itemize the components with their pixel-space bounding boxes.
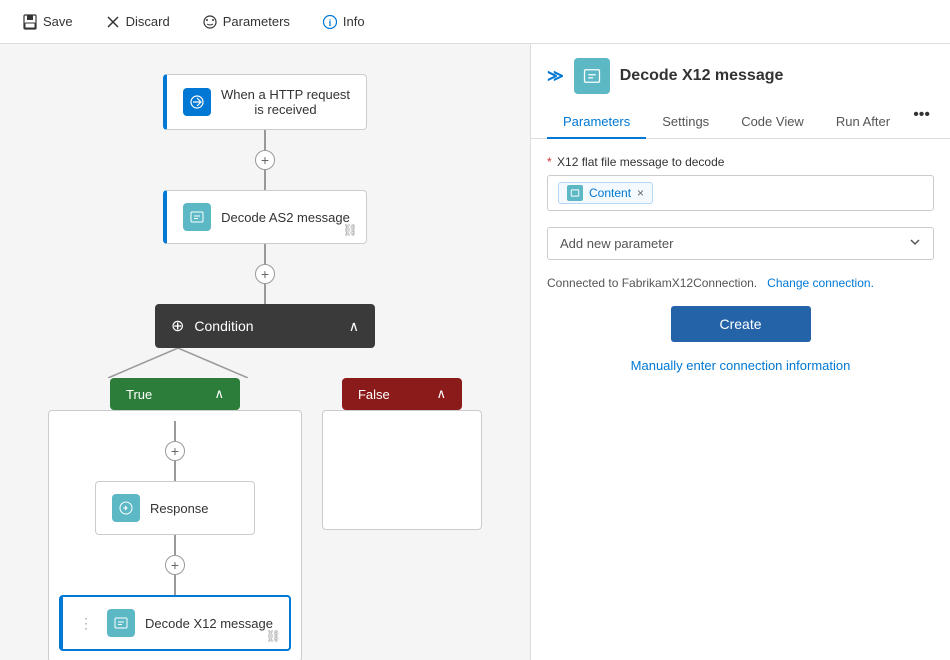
required-star: * [547, 155, 552, 169]
response-node[interactable]: Response [95, 481, 255, 535]
decode-as2-link-icon: ⛓ [343, 223, 358, 237]
line-t1 [174, 421, 176, 441]
svg-text:i: i [329, 18, 332, 28]
x12-field-group: * X12 flat file message to decode Conten… [547, 155, 934, 211]
info-icon: i [322, 14, 338, 30]
parameters-label: Parameters [223, 14, 290, 29]
connector-2: + [255, 244, 275, 304]
connector-true-1: + [165, 421, 185, 481]
info-button[interactable]: i Info [316, 10, 371, 34]
true-collapse-icon: ∧ [214, 386, 224, 402]
parameters-button[interactable]: Parameters [196, 10, 296, 34]
decode-as2-label: Decode AS2 message [221, 210, 350, 225]
line-3 [264, 244, 266, 264]
save-label: Save [43, 14, 73, 29]
true-label: True [126, 387, 152, 402]
branch-container: True ∧ + [48, 348, 482, 660]
true-branch: True ∧ + [48, 378, 302, 660]
add-step-1[interactable]: + [255, 150, 275, 170]
token-label: Content [589, 186, 631, 200]
http-label-line1: When a HTTP request [221, 87, 350, 102]
token-close-button[interactable]: × [637, 186, 644, 200]
save-icon [22, 14, 38, 30]
add-true-2[interactable]: + [165, 555, 185, 575]
http-trigger-node[interactable]: When a HTTP request is received [163, 74, 367, 130]
x12-field-label: * X12 flat file message to decode [547, 155, 934, 169]
create-button[interactable]: Create [671, 306, 811, 342]
add-true-1[interactable]: + [165, 441, 185, 461]
manual-connection-link[interactable]: Manually enter connection information [547, 358, 934, 373]
add-parameter-group: Add new parameter [547, 227, 934, 260]
toolbar: Save Discard Parameters i I [0, 0, 950, 44]
line-1 [264, 130, 266, 150]
add-step-2[interactable]: + [255, 264, 275, 284]
connector-1: + [255, 130, 275, 190]
discard-label: Discard [126, 14, 170, 29]
dropdown-chevron-icon [909, 236, 921, 251]
true-branch-header[interactable]: True ∧ [110, 378, 240, 410]
response-icon [112, 494, 140, 522]
panel-tabs: Parameters Settings Code View Run After … [531, 94, 950, 139]
save-button[interactable]: Save [16, 10, 79, 34]
flow-canvas[interactable]: When a HTTP request is received + [0, 44, 530, 660]
tab-run-after[interactable]: Run After [820, 106, 906, 139]
add-parameter-dropdown[interactable]: Add new parameter [547, 227, 934, 260]
decode-x12-icon [107, 609, 135, 637]
connection-info: Connected to FabrikamX12Connection. Chan… [547, 276, 934, 290]
line-2 [264, 170, 266, 190]
condition-collapse-icon[interactable]: ∧ [349, 318, 359, 335]
more-options-button[interactable]: ••• [909, 106, 934, 138]
true-branch-body: + Respon [48, 410, 302, 660]
false-branch: False ∧ [322, 378, 482, 530]
change-connection-link[interactable]: Change connection. [767, 276, 874, 290]
line-t3 [174, 535, 176, 555]
panel-title: Decode X12 message [620, 67, 784, 85]
branch-connector-svg [48, 348, 308, 378]
add-parameter-placeholder: Add new parameter [560, 236, 673, 251]
main-content: When a HTTP request is received + [0, 44, 950, 660]
panel-collapse-button[interactable]: ≫ [547, 66, 564, 86]
condition-node[interactable]: ⊕ Condition ∧ [155, 304, 375, 348]
response-label: Response [150, 501, 209, 516]
http-icon [183, 88, 211, 116]
content-token[interactable]: Content × [558, 182, 653, 204]
discard-icon [105, 14, 121, 30]
discard-button[interactable]: Discard [99, 10, 176, 34]
condition-icon: ⊕ [171, 316, 184, 336]
decode-x12-link-icon: ⛓ [266, 629, 281, 643]
false-branch-body [322, 410, 482, 530]
info-label: Info [343, 14, 365, 29]
x12-token-input[interactable]: Content × [547, 175, 934, 211]
false-label: False [358, 387, 390, 402]
false-branch-header[interactable]: False ∧ [342, 378, 462, 410]
decode-x12-label: Decode X12 message [145, 616, 273, 631]
decode-as2-icon [183, 203, 211, 231]
right-panel: ≫ Decode X12 message Parameters Settings… [530, 44, 950, 660]
line-4 [264, 284, 266, 304]
false-collapse-icon: ∧ [436, 386, 446, 402]
parameters-icon [202, 14, 218, 30]
connector-true-2: + [165, 535, 185, 595]
tab-parameters[interactable]: Parameters [547, 106, 646, 139]
tab-code-view[interactable]: Code View [725, 106, 820, 139]
decode-as2-node[interactable]: Decode AS2 message ⛓ [163, 190, 367, 244]
tab-settings[interactable]: Settings [646, 106, 725, 139]
drag-handle: ⋮ [79, 615, 93, 632]
branches: True ∧ + [48, 378, 482, 660]
panel-header: ≫ Decode X12 message [531, 44, 950, 94]
token-icon [567, 185, 583, 201]
decode-x12-node[interactable]: ⋮ Decode X12 message ⛓ [59, 595, 291, 651]
panel-body: * X12 flat file message to decode Conten… [531, 139, 950, 660]
condition-label: Condition [194, 318, 253, 334]
line-t4 [174, 575, 176, 595]
flow-nodes: When a HTTP request is received + [48, 74, 482, 660]
http-label-line2: is received [254, 102, 316, 117]
line-t2 [174, 461, 176, 481]
panel-node-icon [574, 58, 610, 94]
